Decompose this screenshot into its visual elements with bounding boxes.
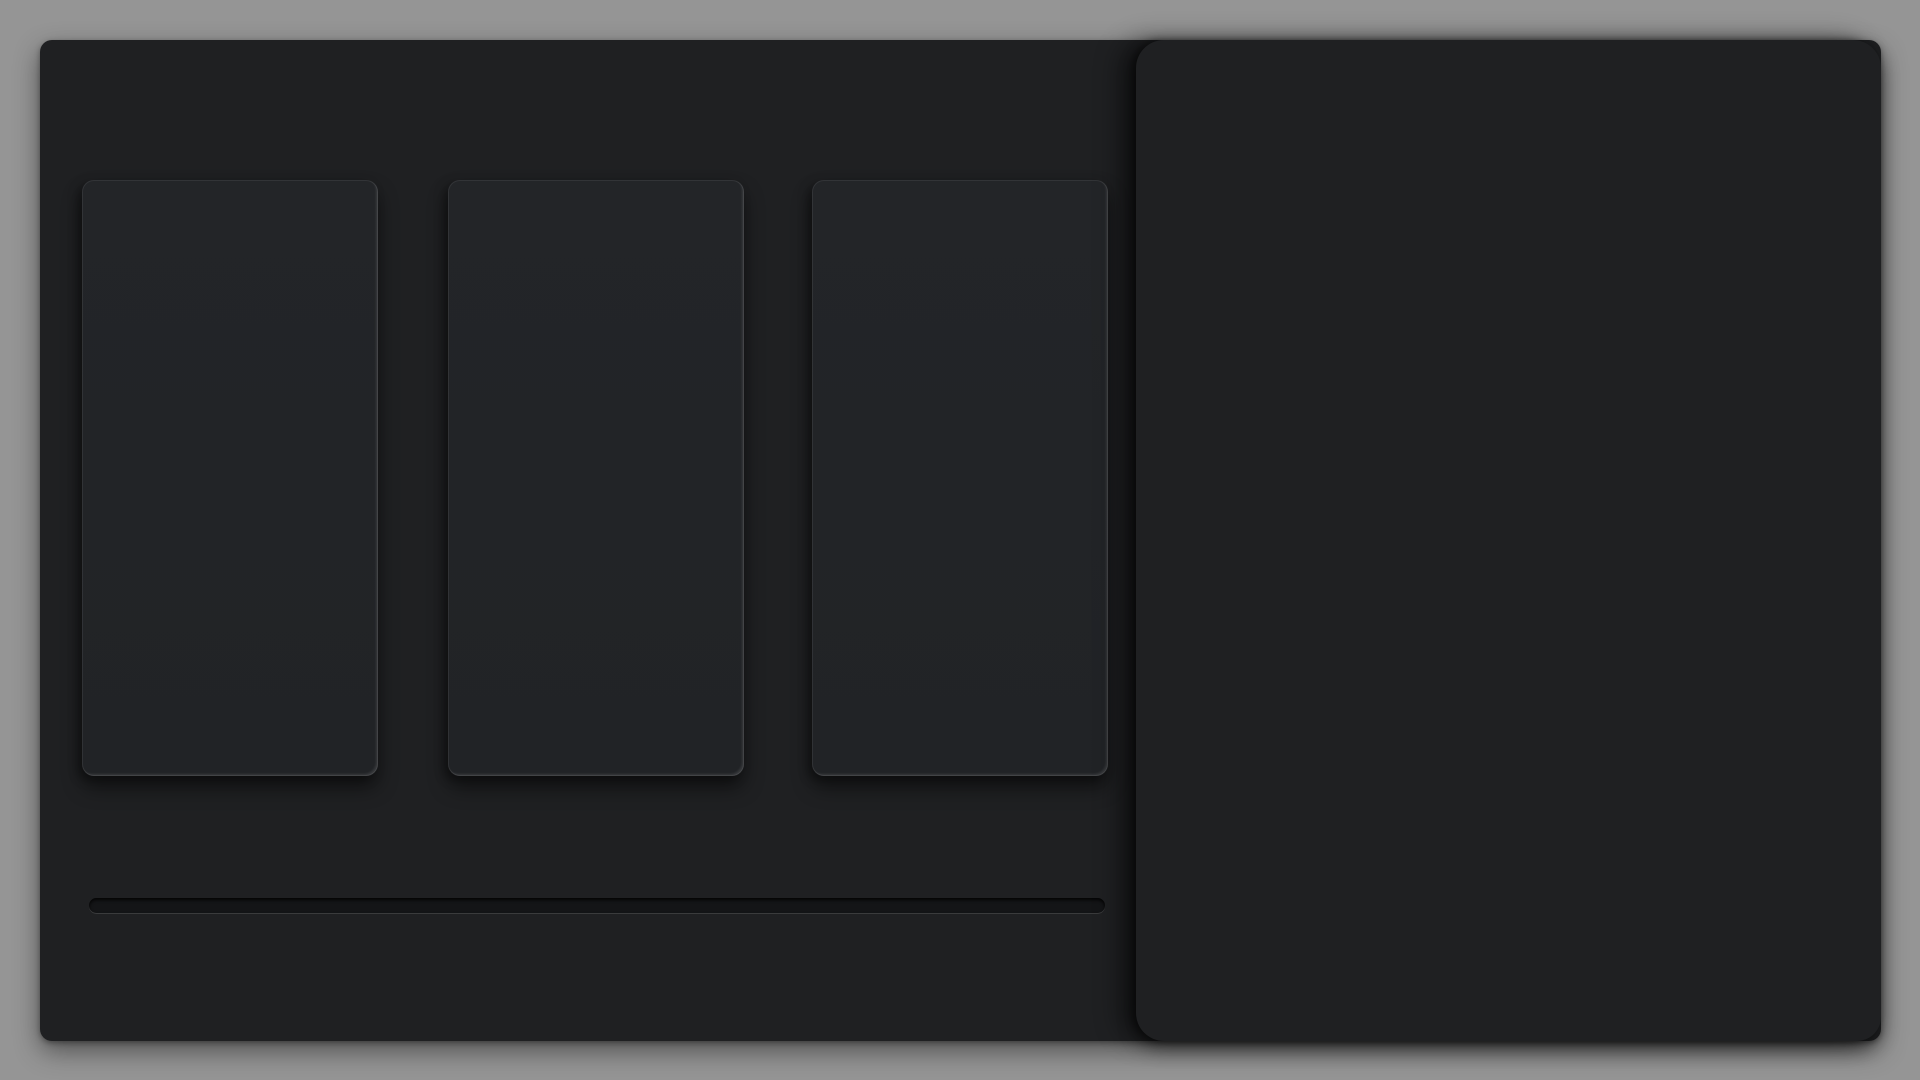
horizontal-scrollbar-track[interactable] [89, 898, 1105, 913]
card-2[interactable] [448, 180, 744, 776]
card-3[interactable] [812, 180, 1108, 776]
side-panel [1136, 40, 1881, 1041]
card-1[interactable] [82, 180, 378, 776]
